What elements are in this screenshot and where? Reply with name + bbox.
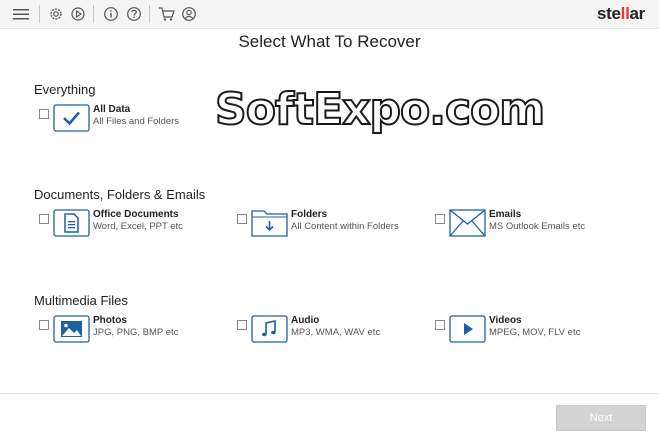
- option-label: All Data: [93, 104, 131, 115]
- emails-checkbox[interactable]: [435, 214, 445, 224]
- menu-icon[interactable]: [11, 4, 31, 24]
- resume-icon[interactable]: [68, 4, 88, 24]
- option-label: Office Documents: [93, 209, 179, 220]
- option-videos[interactable]: Videos MPEG, MOV, FLV etc: [435, 315, 635, 349]
- checkmark-icon: [53, 104, 90, 132]
- next-button[interactable]: Next: [556, 405, 646, 431]
- toolbar-divider: [93, 5, 94, 23]
- audio-checkbox[interactable]: [237, 320, 247, 330]
- option-description: MS Outlook Emails etc: [489, 221, 586, 232]
- option-office-documents[interactable]: Office Documents Word, Excel, PPT etc: [39, 209, 239, 243]
- page-title: Select What To Recover: [238, 32, 421, 51]
- option-label: Videos: [489, 315, 522, 326]
- photo-icon: [53, 315, 90, 343]
- help-icon[interactable]: [124, 4, 144, 24]
- video-icon: [449, 315, 486, 343]
- option-label: Folders: [291, 209, 328, 220]
- option-photos[interactable]: Photos JPG, PNG, BMP etc: [39, 315, 239, 349]
- email-icon: [449, 209, 486, 237]
- office-documents-checkbox[interactable]: [39, 214, 49, 224]
- section-title-everything: Everything: [34, 82, 96, 97]
- account-icon[interactable]: [179, 4, 199, 24]
- document-icon: [53, 209, 90, 237]
- folder-icon: [251, 209, 288, 237]
- option-all-data[interactable]: All Data All Files and Folders: [39, 104, 239, 138]
- footer-divider: [0, 393, 659, 394]
- section-title-documents: Documents, Folders & Emails: [34, 187, 206, 202]
- section-title-multimedia: Multimedia Files: [34, 293, 128, 308]
- music-icon: [251, 315, 288, 343]
- option-emails[interactable]: Emails MS Outlook Emails etc: [435, 209, 635, 243]
- option-description: All Files and Folders: [93, 116, 180, 127]
- option-description: Word, Excel, PPT etc: [93, 221, 183, 232]
- info-icon[interactable]: [101, 4, 121, 24]
- toolbar-divider: [149, 5, 150, 23]
- option-description: MPEG, MOV, FLV etc: [489, 327, 581, 338]
- option-description: All Content within Folders: [291, 221, 399, 232]
- cart-icon[interactable]: [157, 4, 177, 24]
- stellar-logo: stellar: [596, 4, 645, 23]
- videos-checkbox[interactable]: [435, 320, 445, 330]
- option-description: JPG, PNG, BMP etc: [93, 327, 179, 338]
- option-label: Audio: [291, 315, 320, 326]
- option-audio[interactable]: Audio MP3, WMA, WAV etc: [237, 315, 437, 349]
- folders-checkbox[interactable]: [237, 214, 247, 224]
- option-folders[interactable]: Folders All Content within Folders: [237, 209, 437, 243]
- option-description: MP3, WMA, WAV etc: [291, 327, 381, 338]
- toolbar-divider: [39, 5, 40, 23]
- option-label: Emails: [489, 209, 522, 220]
- photos-checkbox[interactable]: [39, 320, 49, 330]
- settings-icon[interactable]: [46, 4, 66, 24]
- option-label: Photos: [93, 315, 127, 326]
- all-data-checkbox[interactable]: [39, 109, 49, 119]
- watermark: SoftExpo.com: [214, 83, 546, 136]
- top-toolbar: stellar: [0, 0, 659, 29]
